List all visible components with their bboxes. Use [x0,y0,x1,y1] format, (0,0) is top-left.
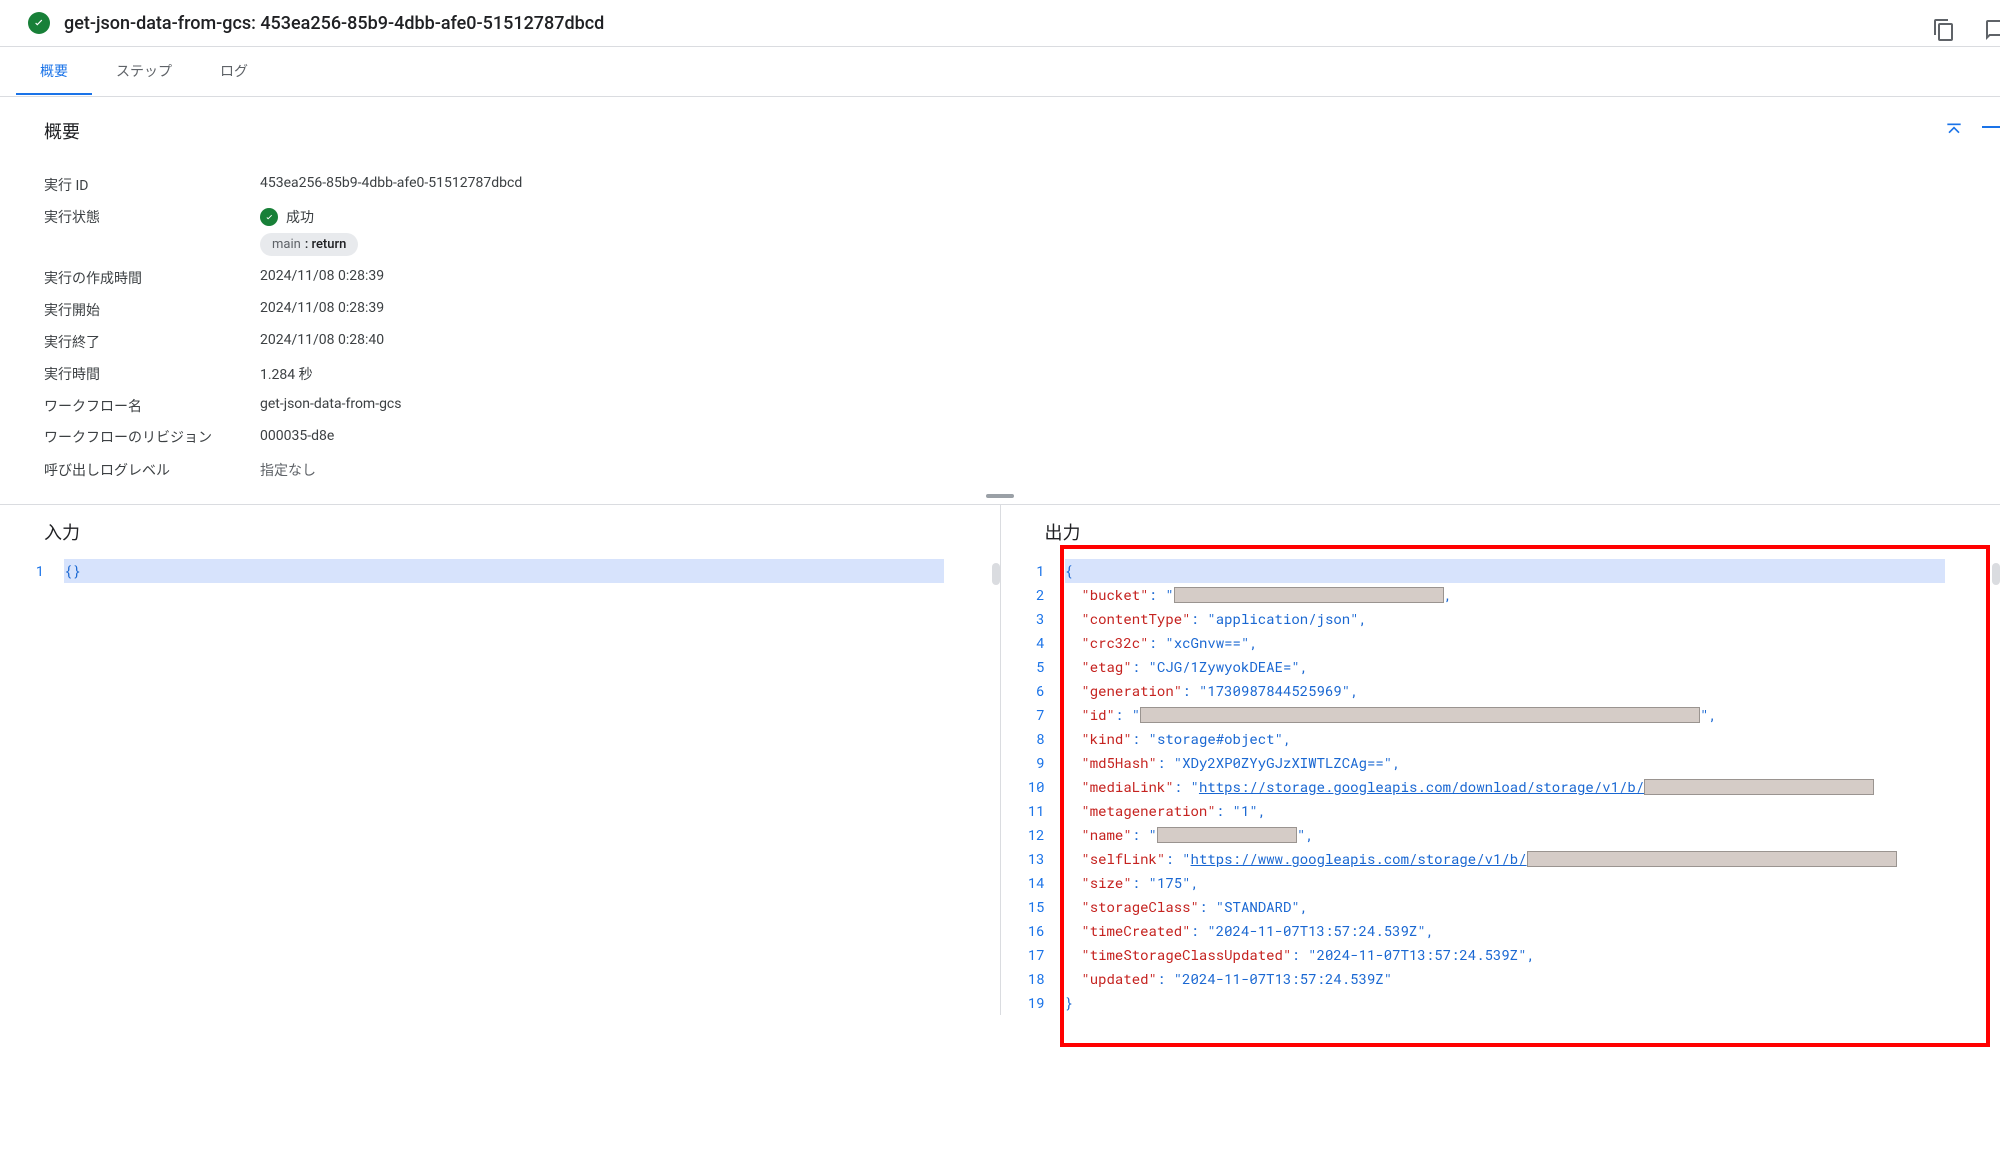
execution-id-value: 453ea256-85b9-4dbb-afe0-51512787dbcd [260,175,522,191]
loglevel-label: 呼び出しログレベル [44,460,260,480]
ended-value: 2024/11/08 0:28:40 [260,332,384,348]
tab-overview[interactable]: 概要 [16,47,92,95]
step-pill: main : return [260,233,358,256]
output-gutter: 1 2 3 4 5 6 7 8 9 10 11 12 13 14 15 16 1… [1021,559,1065,1015]
revision-label: ワークフローのリビジョン [44,428,260,448]
tab-steps[interactable]: ステップ [92,47,196,95]
input-panel: 入力 1 {} [0,505,1001,1015]
output-panel: 出力 1 2 3 4 5 6 7 8 9 10 11 12 13 14 15 1… [1001,505,2000,1015]
input-code-body[interactable]: {} [64,559,1000,583]
copy-icon[interactable] [1920,6,1968,54]
ended-label: 実行終了 [44,332,260,352]
duration-value: 1.284 秒 [260,364,313,384]
input-code: 1 {} [0,559,1000,583]
started-label: 実行開始 [44,300,260,320]
workflow-name-value: get-json-data-from-gcs [260,396,402,412]
created-label: 実行の作成時間 [44,268,260,288]
state-value: 成功 main : return [260,207,358,256]
output-code: 1 2 3 4 5 6 7 8 9 10 11 12 13 14 15 16 1… [1001,559,2000,1015]
pill-main: main [272,237,301,252]
execution-id-label: 実行 ID [44,175,260,195]
tab-logs[interactable]: ログ [196,47,272,95]
output-code-body[interactable]: { "bucket": ", "contentType": "applicati… [1065,559,2000,1015]
collapse-section-button[interactable] [1938,115,1970,147]
input-gutter: 1 [20,559,64,583]
overview-section: 概要 実行 ID 453ea256-85b9-4dbb-afe0-5151278… [0,96,2000,496]
output-title: 出力 [1001,505,2000,559]
pill-sub: : return [305,237,347,252]
input-title: 入力 [0,505,1000,559]
vertical-resize-handle[interactable] [986,494,1014,498]
overview-section-title: 概要 [44,118,80,144]
success-check-icon [260,208,278,226]
status-success-icon [28,12,50,34]
right-edge-indicator [1982,126,2000,128]
loglevel-value: 指定なし [260,460,316,480]
workflow-name-label: ワークフロー名 [44,396,260,416]
output-scrollbar[interactable] [1992,563,2000,1015]
feedback-icon[interactable] [1972,6,2000,54]
state-label: 実行状態 [44,207,260,227]
tabs: 概要 ステップ ログ [0,47,2000,96]
page-title: get-json-data-from-gcs: 453ea256-85b9-4d… [64,13,604,34]
input-scrollbar[interactable] [992,563,1000,1015]
io-panels: 入力 1 {} 出力 1 2 3 4 5 6 7 8 9 10 11 12 13… [0,504,2000,1015]
revision-value: 000035-d8e [260,428,334,444]
started-value: 2024/11/08 0:28:39 [260,300,384,316]
state-text: 成功 [286,207,314,227]
duration-label: 実行時間 [44,364,260,384]
page-header: get-json-data-from-gcs: 453ea256-85b9-4d… [0,0,2000,47]
created-value: 2024/11/08 0:28:39 [260,268,384,284]
details-grid: 実行 ID 453ea256-85b9-4dbb-afe0-51512787db… [0,165,2000,496]
